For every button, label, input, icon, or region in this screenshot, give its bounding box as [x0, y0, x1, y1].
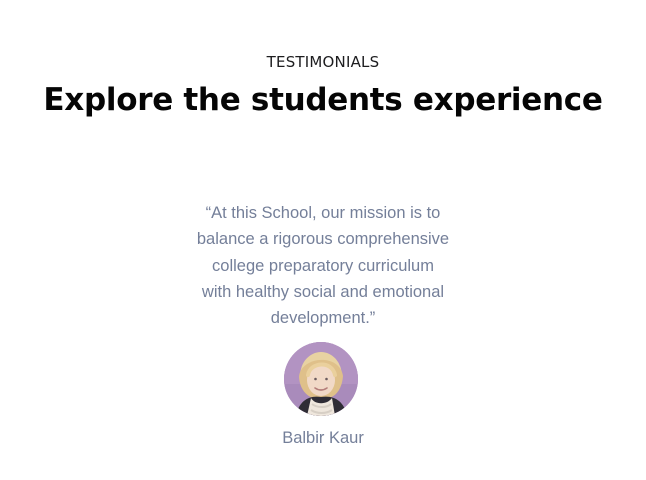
- quote-line: “At this School, our mission is to: [205, 204, 441, 222]
- testimonials-section: TESTIMONIALS Explore the students experi…: [0, 0, 646, 480]
- section-title: Explore the students experience: [43, 82, 603, 118]
- quote-line: development.”: [270, 309, 376, 328]
- quote-line: college preparatory curriculum: [212, 256, 434, 275]
- quote-line: with healthy social and emotional: [201, 282, 445, 301]
- testimonial-quote: “At this School, our mission is to balan…: [173, 200, 473, 331]
- author-name: Balbir Kaur: [282, 429, 364, 447]
- author-avatar: [284, 342, 358, 416]
- person-photo-icon: [284, 342, 358, 416]
- section-eyebrow: TESTIMONIALS: [266, 53, 380, 71]
- quote-line: balance a rigorous comprehensive: [196, 230, 450, 249]
